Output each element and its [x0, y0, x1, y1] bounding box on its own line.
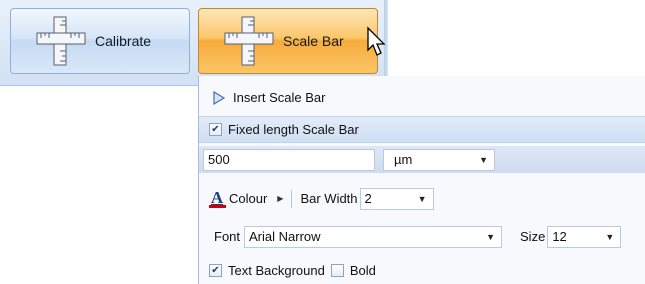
size-value: 12	[552, 229, 567, 244]
bold-checkbox[interactable]: ✔	[330, 264, 344, 277]
ruler-icon	[224, 16, 274, 66]
ruler-icon	[36, 16, 86, 66]
scale-bar-label: Scale Bar	[283, 33, 344, 49]
insert-scale-bar-label: Insert Scale Bar	[233, 90, 326, 105]
bar-width-value: 2	[364, 191, 372, 206]
text-options-row: ✔ Text Background ✔ Bold	[199, 257, 645, 284]
unit-value: µm	[394, 152, 413, 167]
scale-bar-button[interactable]: Scale Bar	[198, 8, 378, 74]
separator	[291, 189, 293, 208]
submenu-arrow-icon: ▶	[277, 194, 284, 203]
font-dropdown[interactable]: Arial Narrow ▼	[244, 225, 503, 248]
fixed-length-label: Fixed length Scale Bar	[228, 122, 359, 137]
ribbon-empty-area	[388, 0, 645, 86]
calibrate-label: Calibrate	[95, 33, 152, 49]
fixed-length-scale-bar-item[interactable]: ✔ Fixed length Scale Bar	[199, 116, 645, 143]
bar-width-label: Bar Width	[300, 191, 358, 206]
dropdown-arrow-icon: ▼	[605, 231, 615, 242]
font-label: Font	[214, 229, 241, 244]
dropdown-arrow-icon: ▼	[417, 193, 427, 204]
size-dropdown[interactable]: 12 ▼	[547, 225, 622, 248]
bar-width-dropdown[interactable]: 2 ▼	[359, 187, 434, 210]
size-label: Size	[520, 229, 546, 244]
text-background-checkbox[interactable]: ✔	[209, 264, 222, 277]
font-colour-icon[interactable]: A	[208, 189, 226, 208]
font-value: Arial Narrow	[249, 229, 321, 244]
colour-width-row: A Colour ▶ Bar Width 2 ▼	[199, 185, 645, 212]
dropdown-arrow-icon: ▼	[479, 154, 488, 165]
length-input[interactable]: 500	[203, 148, 375, 171]
length-row: 500 µm ▼	[199, 146, 645, 173]
scale-bar-dropdown-menu: Insert Scale Bar ✔ Fixed length Scale Ba…	[198, 76, 645, 284]
colour-label[interactable]: Colour	[229, 191, 267, 206]
mouse-pointer-icon	[367, 26, 386, 56]
font-row: Font Arial Narrow ▼ Size 12 ▼	[199, 223, 645, 250]
bold-label: Bold	[349, 263, 376, 278]
text-background-label: Text Background	[228, 263, 325, 278]
dropdown-arrow-icon: ▼	[486, 231, 496, 242]
insert-scale-bar-item[interactable]: Insert Scale Bar	[199, 84, 645, 111]
calibrate-button[interactable]: Calibrate	[10, 8, 190, 74]
unit-dropdown[interactable]: µm ▼	[383, 148, 495, 171]
fixed-length-checkbox[interactable]: ✔	[209, 123, 222, 136]
play-arrow-icon	[213, 90, 226, 105]
